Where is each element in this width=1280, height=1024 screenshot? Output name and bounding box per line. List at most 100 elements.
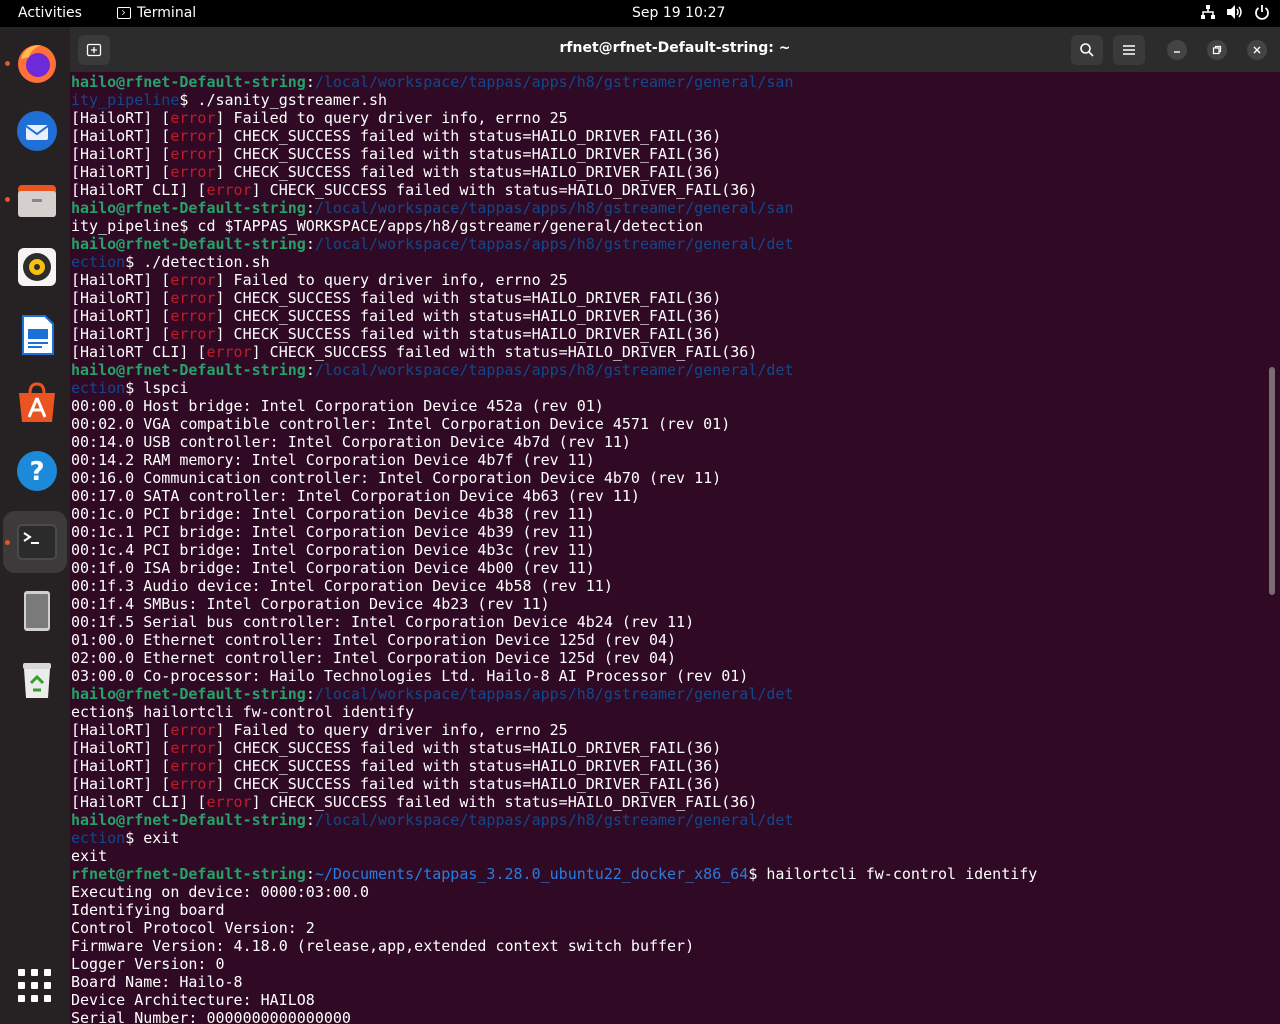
terminal-output[interactable]: hailo@rfnet-Default-string: /local/worksp… — [71, 73, 1266, 1024]
search-icon — [1080, 43, 1094, 57]
app-menu[interactable]: Terminal — [117, 5, 196, 21]
terminal-text-segment: ] CHECK_SUCCESS failed with status=HAILO… — [251, 343, 758, 361]
writer-document-icon — [22, 315, 54, 355]
terminal-line: [HailoRT] [error] CHECK_SUCCESS failed w… — [71, 127, 1266, 145]
terminal-line: Identifying board — [71, 901, 1266, 919]
volume-icon — [1227, 5, 1242, 19]
dock-help[interactable]: ? — [3, 440, 67, 502]
terminal-text-segment: ] CHECK_SUCCESS failed with status=HAILO… — [215, 145, 722, 163]
terminal-text-segment: ] Failed to query driver info, errno 25 — [215, 721, 568, 739]
power-icon — [1255, 5, 1269, 20]
terminal-text-segment: 00:1f.0 ISA bridge: Intel Corporation De… — [71, 559, 595, 577]
terminal-line: 01:00.0 Ethernet controller: Intel Corpo… — [71, 631, 1266, 649]
system-tray[interactable] — [1200, 4, 1270, 20]
terminal-line: 00:00.0 Host bridge: Intel Corporation D… — [71, 397, 1266, 415]
terminal-line: 00:1f.4 SMBus: Intel Corporation Device … — [71, 595, 1266, 613]
dock-terminal[interactable] — [3, 511, 67, 573]
apps-grid-dot — [31, 982, 38, 989]
menu-button[interactable] — [1113, 35, 1145, 65]
terminal-text-segment: [HailoRT CLI] [ — [71, 343, 207, 361]
restore-icon — [1212, 45, 1222, 55]
terminal-text-segment: 00:02.0 VGA compatible controller: Intel… — [71, 415, 731, 433]
terminal-text-segment: : — [305, 235, 315, 253]
terminal-text-segment: hailo@rfnet-Default-string — [71, 361, 306, 379]
terminal-text-segment: error — [170, 775, 216, 793]
terminal-text-segment: 00:1f.5 Serial bus controller: Intel Cor… — [71, 613, 695, 631]
terminal-text-segment: : — [305, 865, 315, 883]
dock-thunderbird[interactable] — [3, 100, 67, 162]
terminal-text-segment: [HailoRT CLI] [ — [71, 793, 207, 811]
search-button[interactable] — [1071, 35, 1103, 65]
apps-grid-dot — [44, 995, 51, 1002]
clock[interactable]: Sep 19 10:27 — [632, 5, 725, 21]
terminal-text-segment: [HailoRT] [ — [71, 721, 171, 739]
terminal-text-segment: $ ./sanity_gstreamer.sh — [179, 91, 388, 109]
terminal-line: 00:02.0 VGA compatible controller: Intel… — [71, 415, 1266, 433]
terminal-text-segment: ] CHECK_SUCCESS failed with status=HAILO… — [251, 181, 758, 199]
terminal-text-segment: error — [206, 793, 252, 811]
dock-files[interactable] — [3, 168, 67, 230]
terminal-text-segment: ] CHECK_SUCCESS failed with status=HAILO… — [215, 757, 722, 775]
terminal-line: ection$ exit — [71, 829, 1266, 847]
terminal-text-segment: 00:1c.1 PCI bridge: Intel Corporation De… — [71, 523, 595, 541]
scrollbar[interactable] — [1269, 367, 1275, 595]
terminal-text-segment: [HailoRT] [ — [71, 325, 171, 343]
running-indicator — [5, 61, 10, 66]
help-icon: ? — [17, 451, 57, 491]
terminal-text-segment: 00:1c.0 PCI bridge: Intel Corporation De… — [71, 505, 595, 523]
header-bar[interactable]: rfnet@rfnet-Default-string: ~ — [70, 27, 1280, 72]
terminal-text-segment: $ ./detection.sh — [125, 253, 270, 271]
apps-grid-dot — [18, 969, 25, 976]
terminal-line: [HailoRT] [error] CHECK_SUCCESS failed w… — [71, 289, 1266, 307]
minimize-icon — [1174, 51, 1180, 53]
thunderbird-icon — [17, 111, 57, 151]
terminal-line: 00:1c.1 PCI bridge: Intel Corporation De… — [71, 523, 1266, 541]
terminal-text-segment: /local/workspace/tappas/apps/h8/gstreame… — [314, 73, 794, 91]
close-button[interactable] — [1247, 40, 1267, 60]
terminal-line: hailo@rfnet-Default-string:/local/worksp… — [71, 235, 1266, 253]
terminal-line: hailo@rfnet-Default-string:/local/worksp… — [71, 199, 1266, 217]
apps-grid-dot — [18, 982, 25, 989]
terminal-line: ity_pipeline$ cd $TAPPAS_WORKSPACE/apps/… — [71, 217, 1266, 235]
terminal-text-segment: /local/workspace/tappas/apps/h8/gstreame… — [314, 199, 794, 217]
terminal-line: rfnet@rfnet-Default-string:~/Documents/t… — [71, 865, 1266, 883]
terminal-text-segment: [HailoRT] [ — [71, 757, 171, 775]
terminal-text-segment: error — [170, 109, 216, 127]
minimize-button[interactable] — [1167, 40, 1187, 60]
terminal-text-segment: error — [170, 271, 216, 289]
terminal-text-segment: [HailoRT] [ — [71, 739, 171, 757]
terminal-text-segment: ection$ hailortcli fw-control identify — [71, 703, 415, 721]
terminal-text-segment: 01:00.0 Ethernet controller: Intel Corpo… — [71, 631, 677, 649]
dock-firefox[interactable] — [3, 32, 67, 94]
terminal-text-segment: [HailoRT] [ — [71, 145, 171, 163]
dock-rhythmbox[interactable] — [3, 236, 67, 298]
activities-button[interactable]: Activities — [18, 5, 82, 21]
dock-writer[interactable] — [3, 304, 67, 366]
dock-device[interactable] — [3, 580, 67, 642]
terminal-line: 00:14.0 USB controller: Intel Corporatio… — [71, 433, 1266, 451]
terminal-text-segment: /local/workspace/tappas/apps/h8/gstreame… — [314, 361, 794, 379]
terminal-text-segment: 00:1f.3 Audio device: Intel Corporation … — [71, 577, 613, 595]
terminal-line: [HailoRT] [error] CHECK_SUCCESS failed w… — [71, 145, 1266, 163]
running-indicator — [5, 197, 10, 202]
terminal-line: [HailoRT CLI] [error] CHECK_SUCCESS fail… — [71, 343, 1266, 361]
terminal-text-segment: ~/Documents/tappas_3.28.0_ubuntu22_docke… — [314, 865, 749, 883]
terminal-line: [HailoRT CLI] [error] CHECK_SUCCESS fail… — [71, 181, 1266, 199]
terminal-line: Logger Version: 0 — [71, 955, 1266, 973]
dock-app-center[interactable] — [3, 372, 67, 434]
terminal-line: [HailoRT] [error] Failed to query driver… — [71, 109, 1266, 127]
terminal-text-segment: hailo@rfnet-Default-string — [71, 199, 306, 217]
terminal-text-segment: rfnet@rfnet-Default-string — [71, 865, 306, 883]
dock-trash[interactable] — [3, 648, 67, 710]
maximize-button[interactable] — [1207, 40, 1227, 60]
show-apps-button[interactable] — [18, 969, 52, 1003]
rhythmbox-icon — [18, 248, 56, 286]
terminal-text-segment: ection — [71, 253, 126, 271]
terminal-text-segment: ] CHECK_SUCCESS failed with status=HAILO… — [215, 307, 722, 325]
terminal-text-segment: [HailoRT CLI] [ — [71, 181, 207, 199]
terminal-text-segment: : — [305, 685, 315, 703]
apps-grid-dot — [31, 995, 38, 1002]
firefox-icon — [18, 45, 56, 83]
terminal-text-segment: hailo@rfnet-Default-string — [71, 685, 306, 703]
terminal-line: Board Name: Hailo-8 — [71, 973, 1266, 991]
